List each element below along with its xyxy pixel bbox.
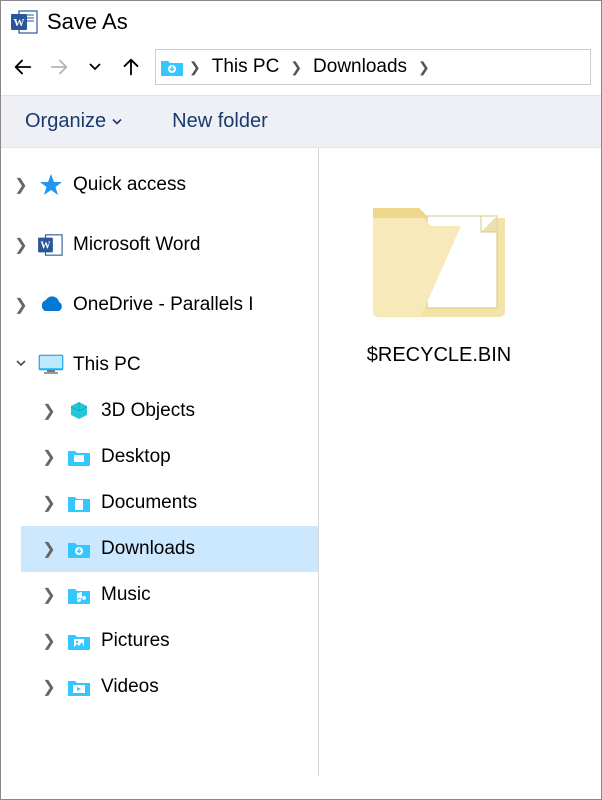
folder-icon [65,491,93,515]
folder-icon [359,178,519,328]
chevron-right-icon: ❯ [41,447,57,467]
breadcrumb-chevron-icon[interactable]: ❯ [415,59,433,76]
tree-label: OneDrive - Parallels I [73,294,254,316]
tree-item-music[interactable]: ❯ Music [21,572,318,618]
chevron-right-icon: ❯ [41,677,57,697]
breadcrumb-chevron-icon[interactable]: ❯ [186,59,204,76]
tree-label: Quick access [73,174,186,196]
breadcrumb-chevron-icon[interactable]: ❯ [287,59,305,76]
toolbar: Organize New folder [1,95,601,148]
chevron-right-icon: ❯ [13,235,29,255]
breadcrumb-this-pc[interactable]: This PC [206,56,286,78]
tree-item-3d-objects[interactable]: ❯ 3D Objects [21,388,318,434]
nav-back-button[interactable] [11,55,35,79]
chevron-right-icon: ❯ [41,401,57,421]
folder-item-recycle[interactable]: $RECYCLE.BIN [339,178,539,367]
downloads-icon [160,57,184,77]
nav-row: ❯ This PC ❯ Downloads ❯ [1,43,601,95]
word-icon: W [11,9,39,35]
newfolder-button[interactable]: New folder [172,110,268,133]
chevron-right-icon: ❯ [41,493,57,513]
tree-item-videos[interactable]: ❯ Videos [21,664,318,710]
window-title: Save As [47,9,128,35]
tree-item-desktop[interactable]: ❯ Desktop [21,434,318,480]
tree-item-pictures[interactable]: ❯ Pictures [21,618,318,664]
tree-label: Microsoft Word [73,234,200,256]
body-split: ❯ Quick access ❯ W Microsoft Word ❯ [1,148,601,776]
breadcrumb-downloads[interactable]: Downloads [307,56,413,78]
tree-item-downloads[interactable]: ❯ Downloads [21,526,318,572]
svg-text:W: W [40,241,50,252]
chevron-right-icon: ❯ [13,295,29,315]
titlebar: W Save As [1,1,601,43]
chevron-right-icon: ❯ [13,175,29,195]
nav-up-button[interactable] [119,55,143,79]
content-pane[interactable]: $RECYCLE.BIN [319,148,601,776]
tree-item-quick-access[interactable]: ❯ Quick access [1,162,318,208]
tree-label: This PC [73,354,141,376]
tree-label: Videos [101,676,159,698]
star-icon [37,173,65,197]
monitor-icon [37,353,65,377]
tree-item-documents[interactable]: ❯ Documents [21,480,318,526]
chevron-right-icon: ❯ [41,585,57,605]
tree-item-onedrive[interactable]: ❯ OneDrive - Parallels I [1,282,318,328]
tree-label: Desktop [101,446,171,468]
organize-label: Organize [25,110,106,133]
cloud-icon [37,293,65,317]
tree-children-this-pc: ❯ 3D Objects ❯ Desktop ❯ Documents [1,388,318,710]
address-bar[interactable]: ❯ This PC ❯ Downloads ❯ [155,49,591,85]
svg-text:W: W [14,17,25,29]
newfolder-label: New folder [172,110,268,132]
chevron-right-icon: ❯ [41,631,57,651]
folder-icon [65,629,93,653]
cube-icon [65,399,93,423]
folder-icon [65,675,93,699]
chevron-down-icon [13,356,29,375]
tree-item-ms-word[interactable]: ❯ W Microsoft Word [1,222,318,268]
chevron-down-icon [112,118,122,126]
chevron-right-icon: ❯ [41,539,57,559]
tree-label: Downloads [101,538,195,560]
downloads-icon [65,537,93,561]
tree-pane: ❯ Quick access ❯ W Microsoft Word ❯ [1,148,319,776]
tree-label: Pictures [101,630,170,652]
folder-icon [65,445,93,469]
tree-item-this-pc[interactable]: This PC [1,342,318,388]
folder-label: $RECYCLE.BIN [367,344,512,367]
tree-label: 3D Objects [101,400,195,422]
word-icon: W [37,233,65,257]
nav-forward-button[interactable] [47,55,71,79]
tree-label: Documents [101,492,197,514]
folder-icon [65,583,93,607]
nav-recent-dropdown[interactable] [83,55,107,79]
organize-menu[interactable]: Organize [25,110,122,133]
tree-label: Music [101,584,151,606]
